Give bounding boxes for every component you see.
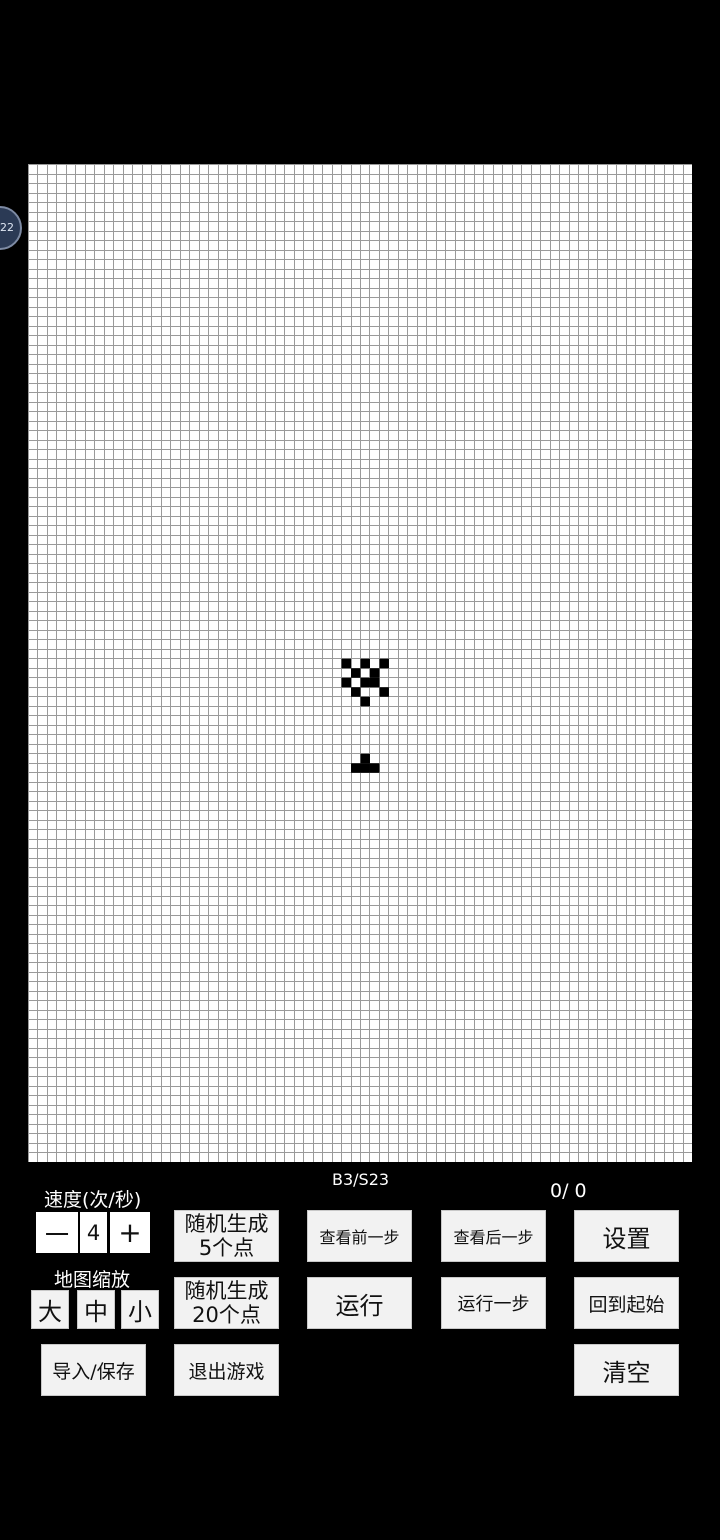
zoom-large-button[interactable]: 大 <box>31 1290 69 1329</box>
run-one-step-button[interactable]: 运行一步 <box>441 1277 546 1329</box>
random-5-line1: 随机生成 <box>184 1212 269 1236</box>
random-5-points-button[interactable]: 随机生成 5个点 <box>174 1210 279 1262</box>
live-cell[interactable] <box>351 763 361 773</box>
zoom-small-button[interactable]: 小 <box>121 1290 159 1329</box>
rule-label: B3/S23 <box>332 1170 390 1189</box>
live-cell[interactable] <box>341 658 352 669</box>
back-to-start-button[interactable]: 回到起始 <box>574 1277 679 1329</box>
speed-label: 速度(次/秒) <box>44 1189 142 1211</box>
random-5-line2: 5个点 <box>198 1236 255 1260</box>
view-previous-step-button[interactable]: 查看前一步 <box>307 1210 412 1262</box>
live-cell[interactable] <box>360 658 370 669</box>
live-cell[interactable] <box>369 763 380 773</box>
live-cell[interactable] <box>341 677 352 688</box>
zoom-label: 地图缩放 <box>54 1269 131 1291</box>
random-20-points-button[interactable]: 随机生成 20个点 <box>174 1277 279 1329</box>
life-grid-canvas[interactable] <box>28 164 692 1162</box>
zoom-medium-button[interactable]: 中 <box>77 1290 115 1329</box>
floating-assist-icon[interactable]: 22 <box>0 206 22 250</box>
run-button[interactable]: 运行 <box>307 1277 412 1329</box>
live-cell[interactable] <box>369 677 380 688</box>
live-cell[interactable] <box>379 658 389 669</box>
live-cell[interactable] <box>379 687 389 697</box>
speed-increase-button[interactable]: + <box>110 1212 150 1253</box>
live-cell[interactable] <box>360 696 370 707</box>
live-cell[interactable] <box>360 677 370 688</box>
live-cell[interactable] <box>351 668 361 678</box>
generation-counter: 0/ 0 <box>550 1180 587 1202</box>
random-20-line1: 随机生成 <box>184 1279 269 1303</box>
grid-lines <box>28 164 692 1162</box>
live-cell[interactable] <box>360 753 370 764</box>
live-cell[interactable] <box>369 668 380 678</box>
exit-game-button[interactable]: 退出游戏 <box>174 1344 279 1396</box>
random-20-line2: 20个点 <box>192 1303 261 1327</box>
game-screen: 22 B3/S23 0/ 0 速度(次/秒) 一 4 + 地图缩放 大 中 小 … <box>0 0 720 1540</box>
clear-button[interactable]: 清空 <box>574 1344 679 1396</box>
view-next-step-button[interactable]: 查看后一步 <box>441 1210 546 1262</box>
live-cell[interactable] <box>351 687 361 697</box>
import-save-button[interactable]: 导入/保存 <box>41 1344 146 1396</box>
speed-value: 4 <box>80 1212 107 1253</box>
settings-button[interactable]: 设置 <box>574 1210 679 1262</box>
live-cell[interactable] <box>360 763 370 773</box>
life-grid-board[interactable] <box>28 164 692 1162</box>
floating-assist-text: 22 <box>0 221 14 234</box>
speed-decrease-button[interactable]: 一 <box>36 1212 78 1253</box>
